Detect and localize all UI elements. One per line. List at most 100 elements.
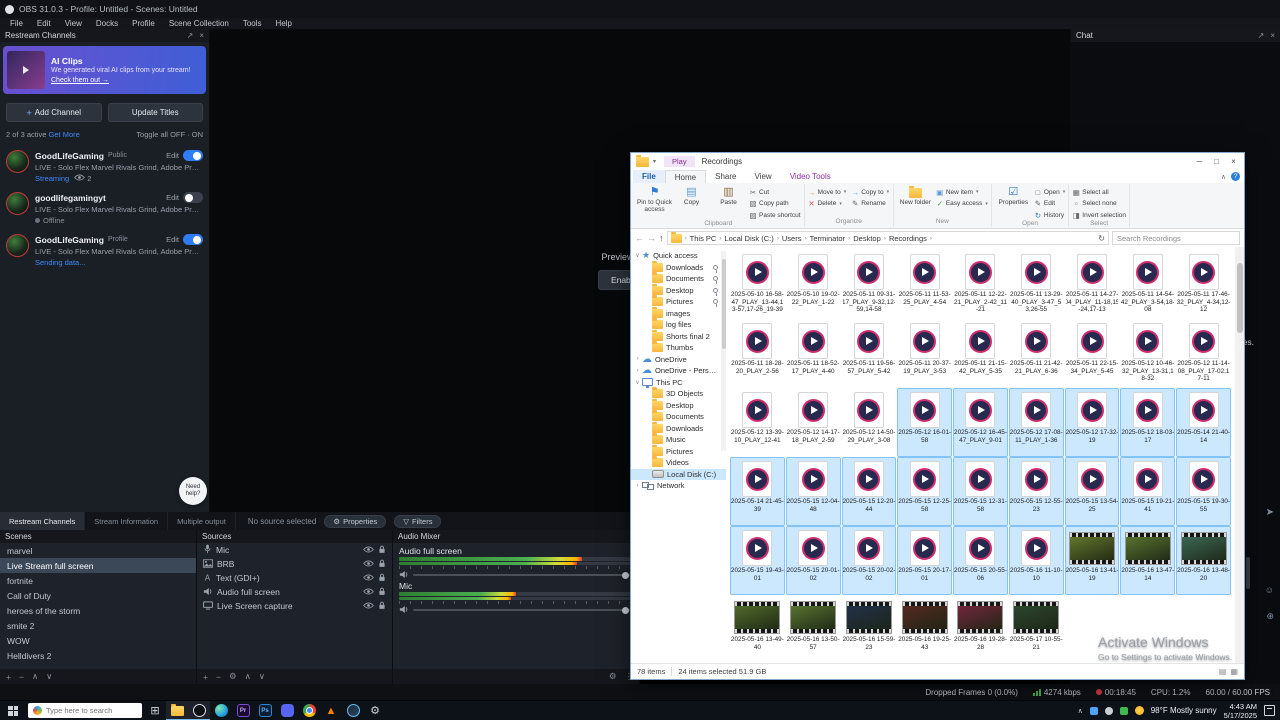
ai-clips-banner[interactable]: AI Clips We generated viral AI clips fro…: [3, 46, 206, 94]
source-properties-icon[interactable]: ⚙: [229, 671, 237, 682]
breadcrumb[interactable]: › This PC › Local Disk (C:) › Users › Terminato…: [666, 231, 1109, 245]
menu-file[interactable]: File: [3, 19, 30, 28]
notification-center-icon[interactable]: [1264, 705, 1275, 716]
start-button[interactable]: [0, 701, 26, 720]
ribbon-select-none-button[interactable]: ▫ Select none: [1072, 199, 1126, 209]
visibility-icon[interactable]: [363, 559, 374, 569]
nav-this-pc[interactable]: ∨ This PC: [631, 377, 726, 389]
add-scene-button[interactable]: +: [6, 672, 11, 682]
taskbar-chrome[interactable]: [298, 701, 320, 720]
breadcrumb-local-disk-c[interactable]: Local Disk (C:): [725, 234, 774, 243]
breadcrumb-terminator[interactable]: Terminator: [810, 234, 845, 243]
move-source-up-button[interactable]: ∧: [245, 671, 251, 682]
help-bubble[interactable]: Need help?: [179, 477, 207, 505]
breadcrumb-desktop[interactable]: Desktop: [853, 234, 881, 243]
nav-pictures[interactable]: Pictures: [631, 444, 726, 458]
file-item[interactable]: 2025-05-16 13-47-14: [1120, 526, 1176, 595]
file-item[interactable]: 2025-05-15 19-21-41: [1120, 457, 1176, 526]
taskbar-clock[interactable]: 4:43 AM 5/17/2025: [1224, 702, 1257, 720]
file-item[interactable]: 2025-05-10 19-02-22_PLAY_1-22: [786, 250, 841, 319]
nav-documents[interactable]: Documents: [631, 410, 726, 423]
tree-expander-icon[interactable]: ›: [633, 356, 642, 362]
nav-3d-objects[interactable]: 3D Objects: [631, 387, 726, 400]
visibility-icon[interactable]: [363, 573, 374, 583]
remove-source-button[interactable]: −: [216, 672, 221, 682]
toggle-all-on[interactable]: ON: [192, 130, 203, 139]
nav-desktop[interactable]: Desktop: [631, 398, 726, 412]
nav-log-files[interactable]: log files: [631, 318, 726, 331]
add-source-button[interactable]: +: [203, 672, 208, 682]
lock-icon[interactable]: [378, 601, 386, 612]
channel-row[interactable]: GoodLifeGaming Profile Edit LIVE - Solo Fle…: [0, 229, 209, 271]
thumbnails-view-icon[interactable]: ▦: [1230, 667, 1238, 676]
ribbon-easy-access-button[interactable]: ✓ Easy access ▾: [936, 199, 988, 209]
file-item[interactable]: 2025-05-12 18-03-17: [1120, 388, 1176, 457]
volume-slider-handle[interactable]: [621, 606, 629, 614]
file-item[interactable]: 2025-05-16 13-49-40: [730, 595, 785, 663]
dock-tab-restream-channels[interactable]: Restream Channels: [0, 512, 86, 530]
ribbon-open-button[interactable]: □ Open ▾: [1034, 187, 1066, 197]
scene-smite-2[interactable]: smite 2: [0, 618, 196, 633]
source-brb[interactable]: BRB: [197, 557, 392, 571]
details-view-icon[interactable]: ▤: [1219, 667, 1227, 676]
nav-desktop[interactable]: Desktop: [631, 283, 726, 297]
ribbon-invert-selection-button[interactable]: ◨ Invert selection: [1072, 210, 1126, 220]
source-audio-full-screen[interactable]: Audio full screen: [197, 585, 392, 599]
file-item[interactable]: 2025-05-11 21-15-42_PLAY_5-35: [953, 319, 1008, 388]
nav-onedrive-personal[interactable]: › ☁ OneDrive - Personal: [631, 365, 726, 377]
move-source-down-button[interactable]: ∨: [259, 671, 265, 682]
menu-profile[interactable]: Profile: [125, 19, 162, 28]
banner-link[interactable]: Check them out →: [51, 77, 191, 84]
file-item[interactable]: 2025-05-12 16-45-47_PLAY_9-01: [953, 388, 1008, 457]
forward-icon[interactable]: →: [647, 233, 656, 243]
file-item[interactable]: 2025-05-16 19-28-28: [953, 595, 1008, 663]
quick-access-toolbar-icon[interactable]: ▾: [653, 158, 656, 165]
file-item[interactable]: 2025-05-16 19-25-43: [897, 595, 952, 663]
file-item[interactable]: 2025-05-16 13-48-20: [1176, 526, 1231, 595]
file-item[interactable]: 2025-05-15 20-55-06: [953, 526, 1008, 595]
close-button[interactable]: ×: [1225, 157, 1242, 166]
properties-button[interactable]: ⚙ Properties: [324, 514, 387, 528]
nav-downloads[interactable]: Downloads: [631, 260, 726, 274]
channel-row[interactable]: GoodLifeGaming Public Edit LIVE - Solo Flex…: [0, 145, 209, 187]
file-item[interactable]: 2025-05-12 17-32-19: [1064, 388, 1120, 457]
file-item[interactable]: 2025-05-11 18-52-17_PLAY_4-40: [786, 319, 841, 388]
channel-edit-link[interactable]: Edit: [166, 235, 179, 244]
breadcrumb-this-pc[interactable]: This PC: [690, 234, 717, 243]
up-icon[interactable]: ↑: [659, 233, 664, 243]
taskbar-task-view[interactable]: ⊞: [144, 701, 166, 720]
file-item[interactable]: 2025-05-15 13-54-25: [1064, 457, 1120, 526]
source-text-gdi[interactable]: A Text (GDI+): [197, 571, 392, 585]
emoji-icon[interactable]: ☺: [1265, 585, 1274, 595]
menu-help[interactable]: Help: [269, 19, 299, 28]
ribbon-copy-button[interactable]: ▤ Copy: [673, 184, 710, 220]
remove-scene-button[interactable]: −: [19, 672, 24, 682]
lock-icon[interactable]: [378, 587, 386, 598]
file-item[interactable]: 2025-05-16 13-41-19: [1064, 526, 1120, 595]
scene-helldivers-2[interactable]: Helldivers 2: [0, 648, 196, 663]
file-item[interactable]: 2025-05-16 15-59-23: [842, 595, 897, 663]
lock-icon[interactable]: [378, 545, 386, 556]
lock-icon[interactable]: [378, 559, 386, 570]
file-item[interactable]: 2025-05-15 20-02-02: [841, 526, 897, 595]
file-item[interactable]: 2025-05-11 12-22-21_PLAY_2-42_11-21: [953, 250, 1008, 319]
file-item[interactable]: 2025-05-14 21-45-39: [730, 457, 785, 526]
taskbar-photoshop[interactable]: Ps: [254, 701, 276, 720]
ribbon-new-item-button[interactable]: ▣ New item ▾: [936, 187, 988, 197]
file-item[interactable]: 2025-05-11 09-31-17_PLAY_9-32,12-59,14-5…: [842, 250, 897, 319]
taskbar-search-input[interactable]: [46, 706, 137, 715]
popout-icon[interactable]: ↗: [1258, 31, 1265, 40]
file-item[interactable]: 2025-05-12 14-17-18_PLAY_2-59: [786, 388, 841, 457]
nav-documents[interactable]: Documents: [631, 272, 726, 285]
visibility-icon[interactable]: [363, 587, 374, 597]
tree-expander-icon[interactable]: ∨: [633, 379, 642, 386]
breadcrumb-users[interactable]: Users: [782, 234, 802, 243]
file-item[interactable]: 2025-05-12 13-39-10_PLAY_12-41: [730, 388, 785, 457]
taskbar-steam[interactable]: [342, 701, 364, 720]
file-item[interactable]: 2025-05-11 22-15-34_PLAY_5-45: [1065, 319, 1120, 388]
chat-scrollbar[interactable]: [1246, 557, 1250, 589]
taskbar-vlc[interactable]: ▲: [320, 701, 342, 720]
file-item[interactable]: 2025-05-12 17-08-11_PLAY_1-36: [1008, 388, 1064, 457]
nav-music[interactable]: Music: [631, 433, 726, 446]
file-item[interactable]: 2025-05-12 11-14-08_PLAY_17-02,17-11: [1176, 319, 1231, 388]
